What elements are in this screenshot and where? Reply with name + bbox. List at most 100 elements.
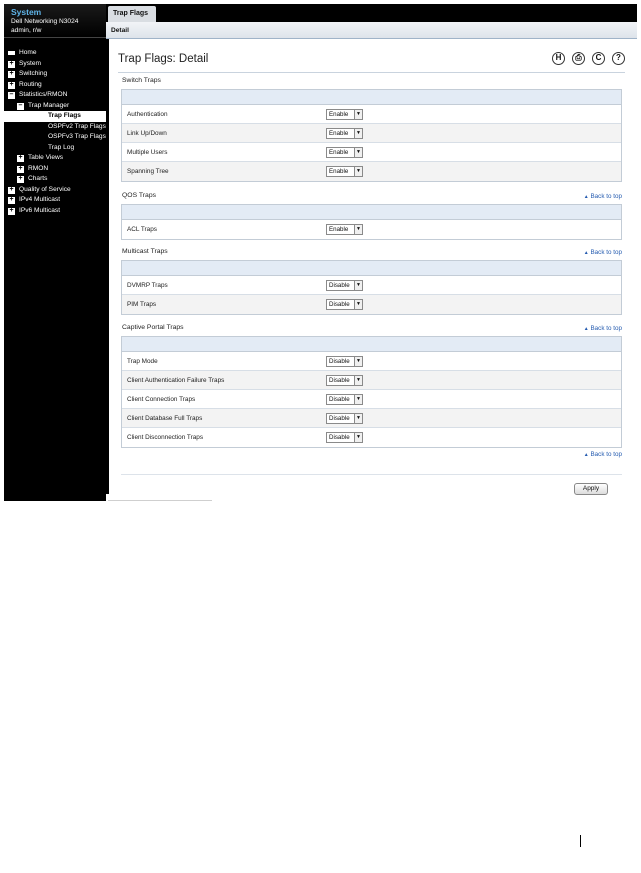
collapse-icon[interactable]: –	[17, 102, 24, 110]
expand-icon[interactable]: +	[17, 175, 24, 183]
expand-icon[interactable]: +	[8, 207, 15, 215]
nav-tree: Home + System + Switching + Routing – Statistics…	[4, 48, 106, 216]
chevron-down-icon: ▼	[354, 357, 362, 366]
divider	[121, 474, 622, 475]
sidebar-item-label: Trap Manager	[28, 101, 70, 109]
table-row: Client Disconnection Traps Disable ▼	[122, 428, 621, 447]
sidebar-item-label: IPv6 Multicast	[19, 206, 61, 214]
back-to-top-label: Back to top	[590, 193, 622, 200]
expand-icon[interactable]: +	[17, 165, 24, 173]
trap-select[interactable]: Enable ▼	[326, 128, 363, 139]
sidebar-item[interactable]: + IPv6 Multicast	[4, 206, 106, 217]
row-label: Client Connection Traps	[127, 396, 196, 403]
expand-icon[interactable]: +	[8, 81, 15, 89]
back-to-top-link[interactable]: ▲ Back to top	[584, 249, 622, 256]
row-label: Authentication	[127, 111, 168, 118]
sidebar-item[interactable]: + System	[4, 59, 106, 70]
select-value: Disable	[329, 377, 350, 384]
section-header-row	[122, 261, 621, 276]
sidebar-item-label: Trap Log	[48, 143, 75, 151]
sidebar-item-label: Statistics/RMON	[19, 91, 68, 98]
sidebar-item[interactable]: Trap Log	[4, 143, 106, 154]
chevron-down-icon: ▼	[354, 281, 362, 290]
back-to-top-link[interactable]: ▲ Back to top	[584, 451, 622, 458]
trap-select[interactable]: Disable ▼	[326, 394, 363, 405]
up-arrow-icon: ▲	[583, 326, 589, 332]
sidebar-item[interactable]: OSPFv3 Trap Flags	[4, 132, 106, 143]
sidebar-item[interactable]: Trap Flags	[4, 111, 106, 122]
sidebar-item[interactable]: + Table Views	[4, 153, 106, 164]
page-mark	[580, 835, 581, 847]
row-label: ACL Traps	[127, 226, 157, 233]
divider	[106, 39, 109, 494]
select-value: Disable	[329, 301, 350, 308]
section-header-row	[122, 337, 621, 352]
chevron-down-icon: ▼	[354, 395, 362, 404]
help-icon[interactable]: ?	[612, 52, 625, 65]
expand-icon[interactable]: +	[17, 154, 24, 162]
collapse-icon[interactable]: –	[8, 91, 15, 99]
back-to-top-label: Back to top	[590, 451, 622, 458]
trap-select[interactable]: Enable ▼	[326, 166, 363, 177]
row-label: Spanning Tree	[127, 168, 169, 175]
expand-icon[interactable]: +	[8, 70, 15, 78]
back-to-top-link[interactable]: ▲ Back to top	[584, 325, 622, 332]
print-icon[interactable]: ⎙	[572, 52, 585, 65]
table-row: Client Database Full Traps Disable ▼	[122, 409, 621, 428]
sidebar-item-label: IPv4 Multicast	[19, 196, 61, 203]
sidebar-item[interactable]: + Quality of Service	[4, 185, 106, 196]
subtab-detail[interactable]: Detail	[111, 27, 129, 34]
sidebar-item-label: OSPFv2 Trap Flags	[48, 122, 106, 130]
row-label: Client Authentication Failure Traps	[127, 377, 225, 384]
chevron-down-icon: ▼	[354, 300, 362, 309]
expand-icon[interactable]: +	[8, 186, 15, 194]
trap-select[interactable]: Disable ▼	[326, 375, 363, 386]
expand-icon[interactable]: +	[8, 196, 15, 204]
trap-select[interactable]: Enable ▼	[326, 147, 363, 158]
back-to-top-link[interactable]: ▲ Back to top	[584, 193, 622, 200]
trap-select[interactable]: Disable ▼	[326, 413, 363, 424]
sidebar-item[interactable]: – Statistics/RMON	[4, 90, 106, 101]
sidebar-item-label: Table Views	[28, 154, 64, 161]
section-title: Multicast Traps	[122, 248, 168, 255]
row-label: Client Database Full Traps	[127, 415, 203, 422]
sidebar-item[interactable]: + Switching	[4, 69, 106, 80]
sidebar-item[interactable]: + RMON	[4, 164, 106, 175]
trap-select[interactable]: Enable ▼	[326, 224, 363, 235]
sub-navigation: Detail	[106, 22, 637, 39]
section-table: DVMRP Traps Disable ▼ PIM Traps Disable ▼	[121, 260, 622, 315]
refresh-icon[interactable]: C	[592, 52, 605, 65]
trap-select[interactable]: Disable ▼	[326, 280, 363, 291]
trap-select[interactable]: Disable ▼	[326, 356, 363, 367]
section-title: Switch Traps	[122, 77, 161, 84]
table-row: Authentication Enable ▼	[122, 105, 621, 124]
table-row: Spanning Tree Enable ▼	[122, 162, 621, 181]
up-arrow-icon: ▲	[583, 250, 589, 256]
section-title: QOS Traps	[122, 192, 156, 199]
trap-select[interactable]: Disable ▼	[326, 432, 363, 443]
trap-select[interactable]: Disable ▼	[326, 299, 363, 310]
sidebar-item[interactable]: + Charts	[4, 174, 106, 185]
sidebar-item[interactable]: + Routing	[4, 80, 106, 91]
tab-trap-flags[interactable]: Trap Flags	[108, 6, 156, 22]
row-label: DVMRP Traps	[127, 282, 168, 289]
expand-icon[interactable]: +	[8, 60, 15, 68]
sidebar-item[interactable]: + IPv4 Multicast	[4, 195, 106, 206]
sidebar-item[interactable]: OSPFv2 Trap Flags	[4, 122, 106, 133]
sidebar-item[interactable]: – Trap Manager	[4, 101, 106, 112]
select-value: Disable	[329, 282, 350, 289]
section-title: Captive Portal Traps	[122, 324, 184, 331]
select-value: Enable	[329, 168, 349, 175]
apply-button[interactable]: Apply	[574, 483, 608, 495]
select-value: Disable	[329, 434, 350, 441]
collapse-icon[interactable]	[8, 51, 15, 55]
chevron-down-icon: ▼	[354, 414, 362, 423]
row-label: Multiple Users	[127, 149, 168, 156]
sidebar-item-label: System	[19, 59, 41, 67]
sidebar-item[interactable]: Home	[4, 48, 106, 59]
user-info: admin, r/w	[11, 27, 42, 34]
table-row: Client Connection Traps Disable ▼	[122, 390, 621, 409]
trap-select[interactable]: Enable ▼	[326, 109, 363, 120]
chevron-down-icon: ▼	[354, 148, 362, 157]
save-icon[interactable]: H	[552, 52, 565, 65]
